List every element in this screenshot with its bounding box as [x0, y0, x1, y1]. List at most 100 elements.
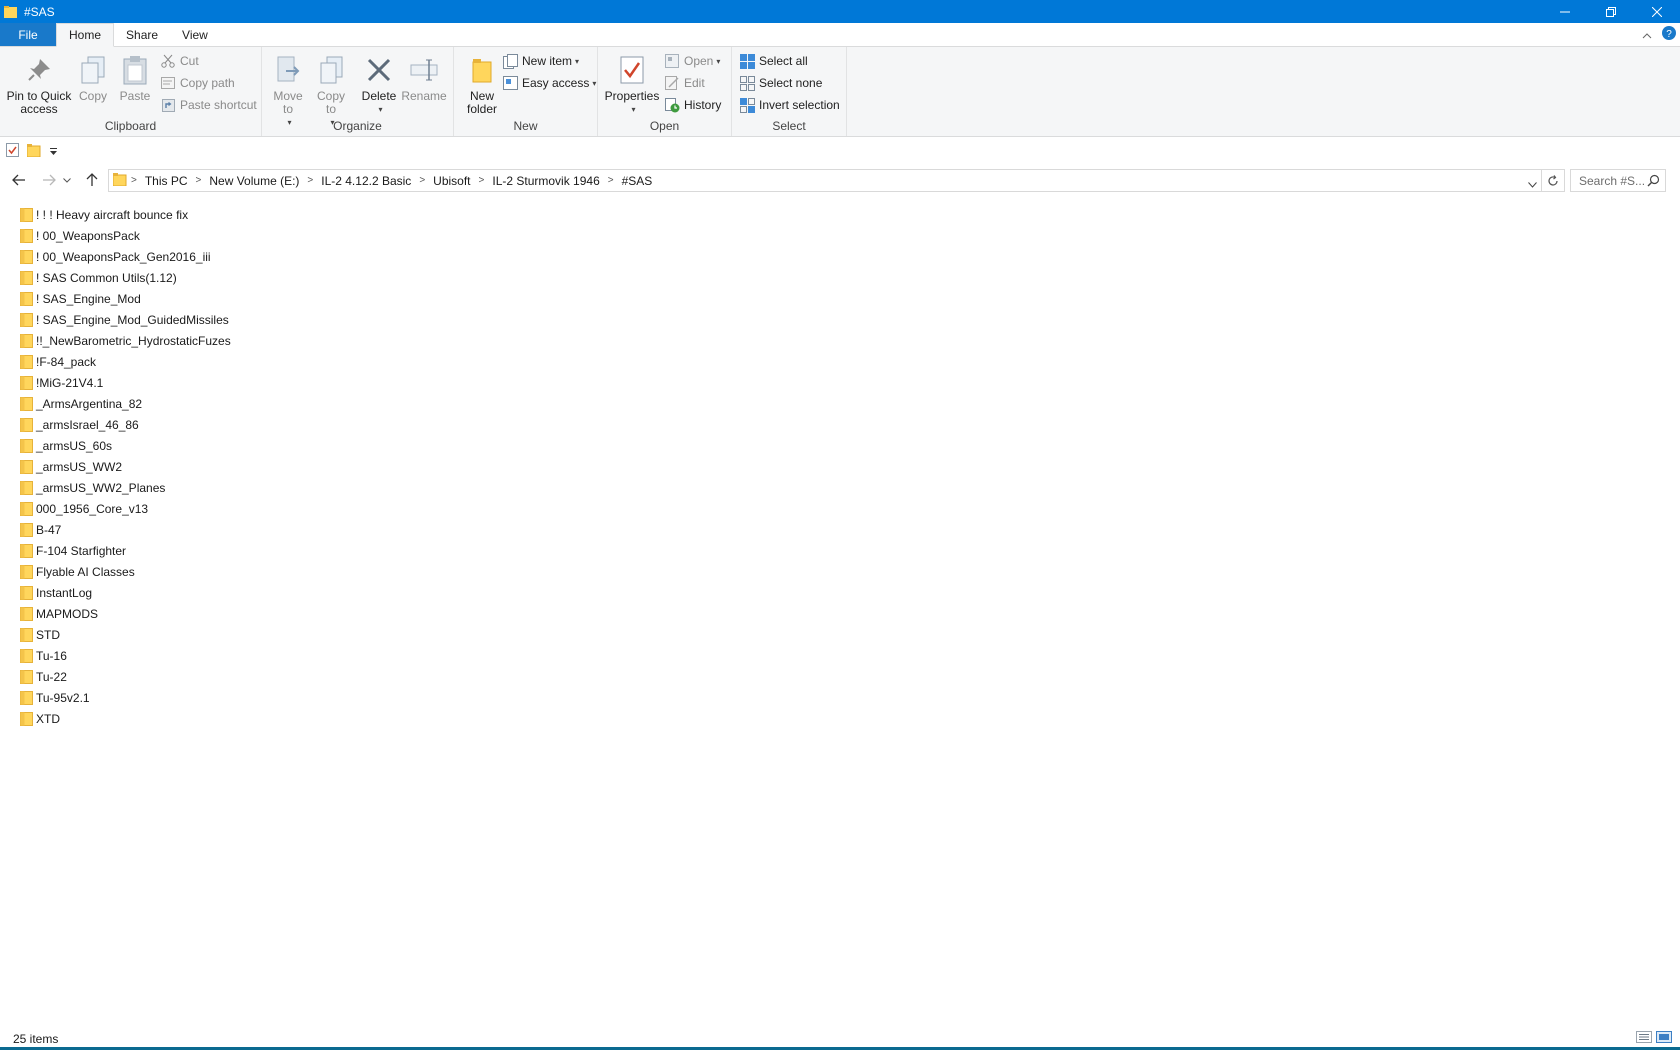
copy-path-button[interactable]: Copy path: [160, 73, 235, 93]
select-all-icon: [739, 53, 755, 69]
tab-file[interactable]: File: [0, 23, 56, 46]
open-group-label: Open: [649, 119, 680, 133]
list-item[interactable]: MAPMODS: [0, 603, 1680, 624]
properties-qat-icon[interactable]: [6, 143, 19, 160]
tab-view[interactable]: View: [170, 23, 220, 46]
list-item[interactable]: _armsUS_WW2: [0, 456, 1680, 477]
customize-qat-icon[interactable]: [49, 145, 58, 159]
breadcrumb-ubisoft[interactable]: Ubisoft: [429, 174, 474, 188]
list-item[interactable]: Tu-95v2.1: [0, 687, 1680, 708]
close-button[interactable]: [1634, 0, 1680, 23]
address-dropdown-icon[interactable]: [1528, 177, 1537, 191]
select-all-button[interactable]: Select all: [739, 51, 808, 71]
folder-icon: [20, 228, 34, 243]
new-folder-qat-icon[interactable]: [26, 143, 41, 160]
file-name: STD: [36, 627, 60, 642]
list-item[interactable]: ! SAS Common Utils(1.12): [0, 267, 1680, 288]
select-none-button[interactable]: Select none: [739, 73, 822, 93]
tab-home[interactable]: Home: [56, 23, 115, 47]
chevron-right-icon[interactable]: >: [303, 175, 317, 186]
list-item[interactable]: Tu-16: [0, 645, 1680, 666]
chevron-down-icon: ▾: [592, 78, 597, 88]
search-icon: [1647, 174, 1660, 190]
chevron-down-icon: ▾: [716, 56, 721, 66]
open-button[interactable]: Open ▾: [664, 51, 720, 71]
folder-icon: [20, 291, 34, 306]
address-bar[interactable]: > This PC > New Volume (E:) > IL-2 4.12.…: [108, 169, 1542, 192]
file-name: ! SAS Common Utils(1.12): [36, 270, 177, 285]
list-item[interactable]: _armsUS_WW2_Planes: [0, 477, 1680, 498]
pin-quick-access-button[interactable]: Pin to Quick access: [5, 53, 73, 116]
chevron-right-icon[interactable]: >: [127, 175, 141, 186]
list-item[interactable]: Tu-22: [0, 666, 1680, 687]
move-to-button[interactable]: Move to ▾: [268, 53, 308, 129]
rename-icon: [407, 53, 441, 87]
chevron-right-icon[interactable]: >: [604, 175, 618, 186]
back-button[interactable]: [4, 165, 34, 195]
list-item[interactable]: _armsUS_60s: [0, 435, 1680, 456]
list-item[interactable]: !MiG-21V4.1: [0, 372, 1680, 393]
list-item[interactable]: !!_NewBarometric_HydrostaticFuzes: [0, 330, 1680, 351]
chevron-down-icon: ▾: [575, 56, 580, 66]
new-item-button[interactable]: New item ▾: [502, 51, 579, 71]
large-icons-view-icon[interactable]: [1656, 1031, 1672, 1046]
delete-button[interactable]: Delete ▾: [358, 53, 400, 116]
help-icon[interactable]: ?: [1662, 26, 1676, 43]
copy-to-button[interactable]: Copy to ▾: [311, 53, 351, 129]
close-icon: [1652, 6, 1662, 17]
list-item[interactable]: F-104 Starfighter: [0, 540, 1680, 561]
breadcrumb-sas[interactable]: #SAS: [618, 174, 657, 188]
item-count: 25 items: [13, 1031, 59, 1046]
copy-button[interactable]: Copy: [76, 53, 110, 103]
breadcrumb-il2-basic[interactable]: IL-2 4.12.2 Basic: [317, 174, 415, 188]
details-view-icon[interactable]: [1636, 1031, 1652, 1046]
list-item[interactable]: ! ! ! Heavy aircraft bounce fix: [0, 204, 1680, 225]
collapse-ribbon-icon[interactable]: [1642, 28, 1652, 42]
chevron-right-icon[interactable]: >: [475, 175, 489, 186]
rename-button[interactable]: Rename: [401, 53, 447, 103]
up-button[interactable]: [77, 165, 107, 195]
properties-button[interactable]: Properties ▾: [604, 53, 660, 116]
invert-selection-button[interactable]: Invert selection: [739, 95, 840, 115]
list-item[interactable]: ! SAS_Engine_Mod_GuidedMissiles: [0, 309, 1680, 330]
list-item[interactable]: ! SAS_Engine_Mod: [0, 288, 1680, 309]
list-item[interactable]: XTD: [0, 708, 1680, 729]
minimize-button[interactable]: [1542, 0, 1588, 23]
cut-button[interactable]: Cut: [160, 51, 199, 71]
edit-label: Edit: [684, 76, 705, 90]
list-item[interactable]: ! 00_WeaponsPack: [0, 225, 1680, 246]
list-item[interactable]: !F-84_pack: [0, 351, 1680, 372]
chevron-right-icon[interactable]: >: [192, 175, 206, 186]
breadcrumb-this-pc[interactable]: This PC: [141, 174, 192, 188]
new-folder-label: New folder: [466, 89, 498, 116]
list-item[interactable]: B-47: [0, 519, 1680, 540]
list-item[interactable]: 000_1956_Core_v13: [0, 498, 1680, 519]
paste-shortcut-button[interactable]: Paste shortcut: [160, 95, 257, 115]
breadcrumb-il2-sturmovik[interactable]: IL-2 Sturmovik 1946: [488, 174, 603, 188]
clipboard-group-label: Clipboard: [104, 119, 157, 133]
chevron-right-icon[interactable]: >: [415, 175, 429, 186]
list-item[interactable]: _ArmsArgentina_82: [0, 393, 1680, 414]
breadcrumb-new-volume[interactable]: New Volume (E:): [205, 174, 303, 188]
new-folder-icon: [465, 53, 499, 87]
list-item[interactable]: InstantLog: [0, 582, 1680, 603]
list-item[interactable]: ! 00_WeaponsPack_Gen2016_iii: [0, 246, 1680, 267]
easy-access-button[interactable]: Easy access ▾: [502, 73, 596, 93]
restore-button[interactable]: [1588, 0, 1634, 23]
recent-locations-button[interactable]: [57, 165, 77, 195]
cut-label: Cut: [180, 54, 199, 68]
history-button[interactable]: History: [664, 95, 721, 115]
list-item[interactable]: _armsIsrael_46_86: [0, 414, 1680, 435]
search-input[interactable]: Search #S...: [1570, 169, 1666, 192]
refresh-button[interactable]: [1542, 169, 1565, 192]
delete-x-icon: [362, 53, 396, 87]
paste-button[interactable]: Paste: [118, 53, 152, 103]
list-item[interactable]: STD: [0, 624, 1680, 645]
list-item[interactable]: Flyable AI Classes: [0, 561, 1680, 582]
new-folder-button[interactable]: New folder: [457, 53, 507, 116]
chevron-down-icon: [63, 177, 71, 183]
paste-label: Paste: [119, 89, 151, 103]
edit-button[interactable]: Edit: [664, 73, 705, 93]
tab-share[interactable]: Share: [114, 23, 170, 46]
paste-shortcut-label: Paste shortcut: [180, 98, 257, 112]
